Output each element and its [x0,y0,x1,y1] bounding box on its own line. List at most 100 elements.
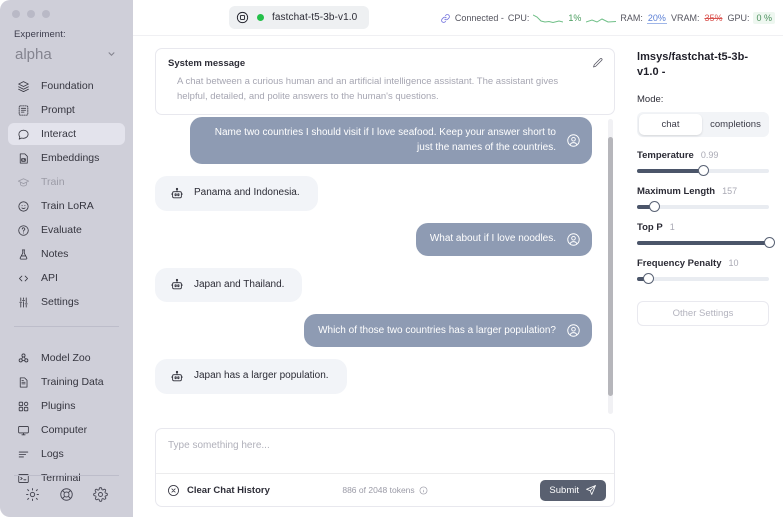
sidebar-item-label: Train [41,176,65,188]
minimize-window-dot[interactable] [27,10,35,18]
sidebar-item-label: Prompt [41,104,75,116]
message-text: Japan has a larger population. [194,369,329,384]
sidebar-item-train[interactable]: Train [8,171,125,193]
sidebar-item-logs[interactable]: Logs [8,443,125,465]
other-settings-button[interactable]: Other Settings [637,301,769,326]
primary-nav: Foundation Prompt Interact Embeddings Train T… [0,75,133,315]
system-message-title: System message [168,58,602,69]
slider-knob[interactable] [649,201,660,212]
sidebar-item-notes[interactable]: Notes [8,243,125,265]
sidebar-item-prompt[interactable]: Prompt [8,99,125,121]
slider-knob[interactable] [698,165,709,176]
sidebar-item-label: Plugins [41,400,75,412]
experiment-select[interactable]: alpha [12,44,123,65]
document-icon [16,375,31,390]
sidebar-item-model-zoo[interactable]: Model Zoo [8,347,125,369]
composer: Type something here... Clear Chat Histor… [155,428,615,507]
model-name: fastchat-t5-3b-v1.0 [272,12,357,23]
gear-icon[interactable] [93,487,108,507]
vram-label: VRAM: [671,13,700,23]
cpu-label: CPU: [508,13,530,23]
brightness-icon[interactable] [25,487,40,507]
user-message-bubble: Name two countries I should visit if I l… [190,117,592,164]
sidebar-item-interact[interactable]: Interact [8,123,125,145]
sidebar-item-embeddings[interactable]: Embeddings [8,147,125,169]
flask-icon [16,247,31,262]
chat-scrollbar[interactable] [608,119,613,414]
maximize-window-dot[interactable] [42,10,50,18]
slider-track[interactable] [637,169,769,173]
chat-scrollbar-thumb[interactable] [608,137,613,396]
robot-icon [167,278,184,292]
user-message-bubble: What about if I love noodles. [416,223,592,256]
chat-row-assistant: Panama and Indonesia. [155,176,592,211]
question-circle-icon [16,223,31,238]
slider-group: Frequency Penalty10 [637,258,769,281]
slider-track[interactable] [637,205,769,209]
lora-icon [16,199,31,214]
mode-option-completions[interactable]: completions [704,114,767,135]
mode-option-chat[interactable]: chat [639,114,702,135]
info-icon [419,486,428,495]
slider-value: 10 [728,258,738,268]
slider-label: Maximum Length [637,186,715,197]
chat-row-user: Which of those two countries has a large… [155,314,592,347]
sidebar-item-api[interactable]: API [8,267,125,289]
sidebar-item-label: Settings [41,296,79,308]
chat-bubble-icon [16,127,31,142]
send-icon [585,484,597,496]
sidebar-item-evaluate[interactable]: Evaluate [8,219,125,241]
sidebar-item-foundation[interactable]: Foundation [8,75,125,97]
panel-title: lmsys/fastchat-t5-3b-v1.0 - [637,50,769,80]
message-input[interactable]: Type something here... [156,429,614,473]
chat-row-user: What about if I love noodles. [155,223,592,256]
slider-knob[interactable] [764,237,775,248]
sliders-icon [16,295,31,310]
life-ring-icon[interactable] [59,487,74,507]
close-window-dot[interactable] [12,10,20,18]
prompt-icon [16,103,31,118]
model-selector-pill[interactable]: fastchat-t5-3b-v1.0 [229,6,369,29]
message-text: Japan and Thailand. [194,278,284,293]
gpu-value: 0 % [753,12,775,24]
clear-chat-history-button[interactable]: Clear Chat History [167,484,270,497]
sidebar-item-label: Model Zoo [41,352,91,364]
sidebar-item-settings[interactable]: Settings [8,291,125,313]
sidebar-item-plugins[interactable]: Plugins [8,395,125,417]
sidebar-item-label: Evaluate [41,224,82,236]
token-count-label: 886 of 2048 tokens [342,485,414,495]
experiment-value: alpha [15,46,52,63]
sidebar: Experiment: alpha Foundation Prompt Intera… [0,0,133,517]
pencil-icon[interactable] [592,57,604,69]
sidebar-item-label: Train LoRA [41,200,94,212]
code-brackets-icon [16,271,31,286]
slider-label: Temperature [637,150,694,161]
chat-scroll-area: Name two countries I should visit if I l… [155,111,615,420]
sidebar-item-label: Interact [41,128,76,140]
slider-knob[interactable] [643,273,654,284]
sidebar-item-computer[interactable]: Computer [8,419,125,441]
slider-track[interactable] [637,277,769,281]
monitor-icon [16,423,31,438]
assistant-message-bubble: Japan has a larger population. [155,359,347,394]
nav-divider [14,326,119,327]
message-text: What about if I love noodles. [430,232,556,247]
chat-row-assistant: Japan has a larger population. [155,359,592,394]
cpu-sparkline [533,13,563,24]
system-message-text: A chat between a curious human and an ar… [168,75,602,104]
slider-fill [637,241,769,245]
sidebar-item-train-lora[interactable]: Train LoRA [8,195,125,217]
parameters-panel: lmsys/fastchat-t5-3b-v1.0 - Mode: chatco… [623,36,783,517]
sidebar-item-training-data[interactable]: Training Data [8,371,125,393]
body: System message A chat between a curious … [133,36,783,517]
slider-fill [637,169,703,173]
experiment-label: Experiment: [0,18,133,40]
slider-track[interactable] [637,241,769,245]
sidebar-item-label: API [41,272,58,284]
submit-button[interactable]: Submit [540,480,606,501]
main-stage: fastchat-t5-3b-v1.0 Connected - CPU: 1% … [133,0,783,517]
connection-status: Connected - [455,13,504,23]
ram-label: RAM: [620,13,643,23]
chat-message-list: Name two countries I should visit if I l… [155,111,608,420]
slider-value: 1 [670,222,675,232]
